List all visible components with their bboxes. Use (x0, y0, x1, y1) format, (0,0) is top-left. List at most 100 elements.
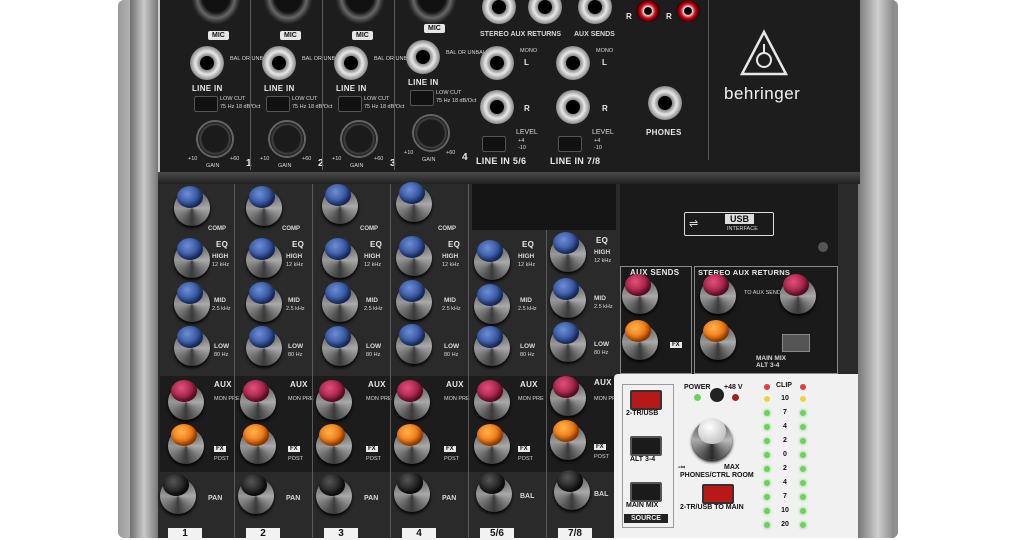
post-label: POST (288, 456, 303, 462)
aux-fx-knob[interactable] (168, 424, 204, 464)
aux-mon-knob[interactable] (550, 376, 586, 416)
eq-mid-knob[interactable] (474, 284, 510, 324)
meter-led (800, 508, 806, 514)
channel-label: 4 (402, 528, 436, 540)
eq-high-knob[interactable] (550, 232, 586, 272)
line-in-78-right-jack[interactable] (556, 90, 590, 124)
line-in-jack[interactable] (262, 46, 296, 80)
aux-send-mon-knob[interactable] (622, 274, 658, 314)
gain-knob[interactable] (342, 122, 376, 156)
aux-fx-knob[interactable] (394, 424, 430, 464)
eq-low-knob[interactable] (550, 322, 586, 362)
line-in-jack[interactable] (190, 46, 224, 80)
xlr-mic-input[interactable] (264, 0, 312, 24)
eq-high-knob[interactable] (246, 238, 282, 278)
two-tr-usb-button[interactable] (630, 390, 662, 410)
low-cut-switch[interactable] (266, 96, 290, 112)
low-label: LOW (288, 343, 304, 350)
phones-ctrl-room-knob[interactable] (692, 418, 732, 460)
level-switch-56[interactable] (482, 136, 506, 152)
eq-mid-knob[interactable] (396, 280, 432, 320)
strip-divider (234, 184, 235, 538)
gain-knob[interactable] (198, 122, 232, 156)
pan-knob[interactable] (238, 474, 274, 514)
eq-low-knob[interactable] (396, 324, 432, 364)
eq-low-knob[interactable] (246, 326, 282, 366)
strip-divider (468, 184, 469, 538)
aux-mon-knob[interactable] (474, 380, 510, 420)
balance-knob[interactable] (554, 470, 590, 510)
aux-mon-knob[interactable] (240, 380, 276, 420)
meter-led (764, 410, 770, 416)
pan-knob[interactable] (316, 474, 352, 514)
aux-fx-knob[interactable] (474, 424, 510, 464)
aux-return-1-knob[interactable] (700, 274, 736, 314)
eq-mid-knob[interactable] (246, 282, 282, 322)
meter-led (800, 522, 806, 528)
low-label: LOW (214, 343, 230, 350)
eq-high-knob[interactable] (474, 240, 510, 280)
comp-knob[interactable] (396, 182, 432, 222)
low-cut-switch[interactable] (410, 90, 434, 106)
comp-knob[interactable] (246, 186, 282, 226)
aux-mon-knob[interactable] (316, 380, 352, 420)
eq-mid-knob[interactable] (550, 278, 586, 318)
aux-fx-knob[interactable] (550, 420, 586, 460)
phones-jack[interactable] (648, 86, 682, 120)
line-in-jack[interactable] (406, 40, 440, 74)
eq-mid-knob[interactable] (174, 282, 210, 322)
main-mix-alt-switch[interactable] (782, 334, 810, 352)
balance-knob[interactable] (476, 472, 512, 512)
comp-knob[interactable] (174, 186, 210, 226)
meter-led (800, 438, 806, 444)
alt-34-label: ALT 3-4 (630, 456, 656, 463)
eq-high-knob[interactable] (322, 238, 358, 278)
aux-return-jack[interactable] (528, 0, 562, 24)
mid-label: MID (366, 297, 378, 304)
main-mix-button[interactable] (630, 482, 662, 502)
xlr-mic-input[interactable] (192, 0, 240, 24)
eq-low-knob[interactable] (174, 326, 210, 366)
eq-high-knob[interactable] (174, 238, 210, 278)
xlr-mic-input[interactable] (336, 0, 384, 24)
rca-input-right[interactable] (636, 0, 660, 22)
low-freq: 80 Hz (288, 352, 303, 358)
aux-label: AUX (446, 380, 464, 389)
bal-unbal-label: BAL OR UNBAL (374, 56, 414, 62)
low-cut-switch[interactable] (194, 96, 218, 112)
eq-mid-knob[interactable] (322, 282, 358, 322)
meter-led (764, 480, 770, 486)
eq-low-knob[interactable] (322, 326, 358, 366)
aux-send-fx-knob[interactable] (622, 320, 658, 360)
alt-34-button[interactable] (630, 436, 662, 456)
level-switch-78[interactable] (558, 136, 582, 152)
aux-mon-knob[interactable] (168, 380, 204, 420)
aux-fx-knob[interactable] (240, 424, 276, 464)
aux-return-2-knob[interactable] (780, 274, 816, 314)
gain-knob[interactable] (414, 116, 448, 150)
aux-mon-knob[interactable] (394, 380, 430, 420)
aux-send-jack[interactable] (578, 0, 612, 24)
pan-knob[interactable] (394, 472, 430, 512)
level-label: LEVEL (592, 129, 614, 136)
gain-knob[interactable] (270, 122, 304, 156)
meter-scale: 0 (783, 451, 787, 458)
line-in-jack[interactable] (334, 46, 368, 80)
eq-low-knob[interactable] (474, 326, 510, 366)
aux-fx-knob[interactable] (316, 424, 352, 464)
rca-r-label: R (626, 12, 633, 21)
aux-return-jack[interactable] (482, 0, 516, 24)
low-cut-switch[interactable] (338, 96, 362, 112)
high-freq: 12 kHz (442, 262, 460, 268)
pan-knob[interactable] (160, 474, 196, 514)
two-tr-to-main-button[interactable] (702, 484, 734, 504)
line-in-56-right-jack[interactable] (480, 90, 514, 124)
aux-return-fx-knob[interactable] (700, 320, 736, 360)
eq-high-knob[interactable] (396, 236, 432, 276)
rca-output-right[interactable] (676, 0, 700, 22)
line-in-78-left-jack[interactable] (556, 46, 590, 80)
line-in-56-left-jack[interactable] (480, 46, 514, 80)
input-channel-2: MIC BAL OR UNBAL LINE IN LOW CUT 75 Hz 1… (256, 0, 342, 170)
comp-knob[interactable] (322, 184, 358, 224)
xlr-mic-input[interactable] (408, 0, 456, 24)
